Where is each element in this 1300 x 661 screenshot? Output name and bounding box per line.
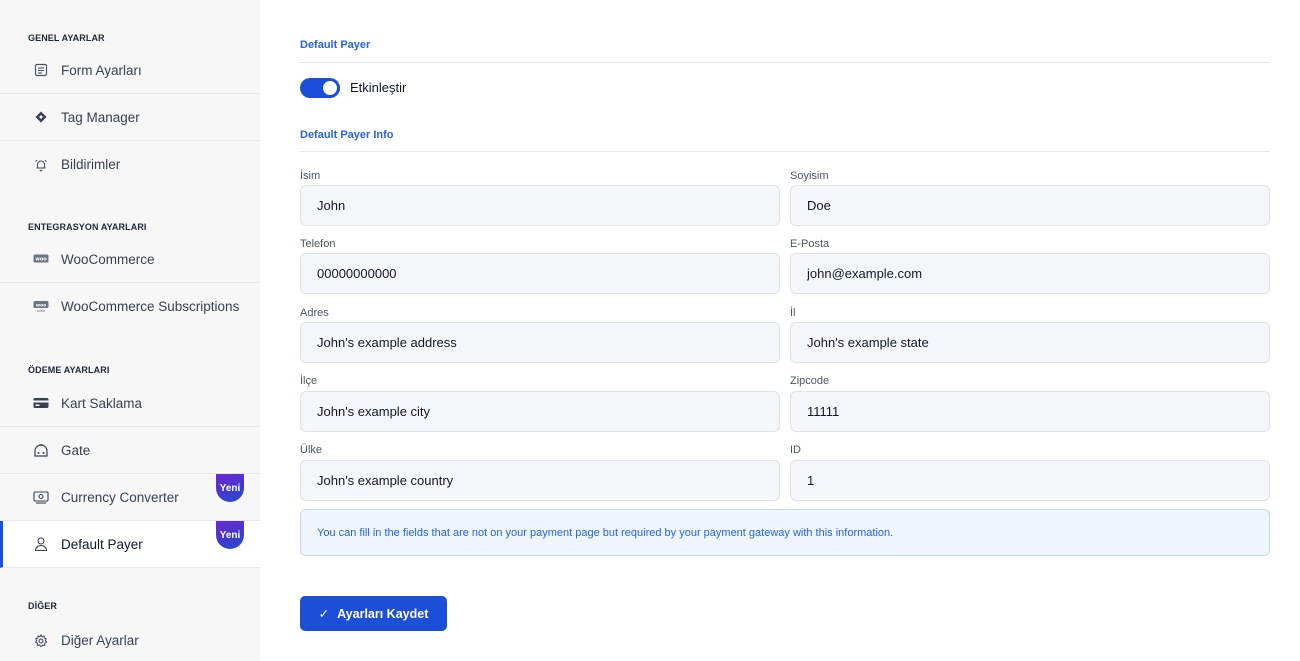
last-name-label: Soyisim [790,170,829,182]
sidebar-item-form-settings[interactable]: Form Ayarları [0,47,260,94]
sidebar-item-label: WooCommerce Subscriptions [61,299,240,314]
info-alert: You can fill in the fields that are not … [300,509,1270,556]
first-name-label: İsim [300,170,321,182]
sidebar-item-default-payer[interactable]: Default Payer Yeni [0,521,260,568]
sidebar-item-gate[interactable]: Gate [0,427,260,474]
city-label: İlçe [300,375,318,387]
toggle-knob [323,81,337,95]
section-title: Default Payer [300,39,371,51]
card-icon [33,395,49,411]
money-icon [33,489,49,505]
email-label: E-Posta [790,238,830,250]
diamond-icon [33,109,49,125]
check-icon: ✓ [318,607,330,621]
save-button[interactable]: ✓ Ayarları Kaydet [300,596,447,631]
new-badge: Yeni [216,521,244,549]
gear-icon [33,633,49,649]
zipcode-label: Zipcode [790,375,830,387]
info-text: You can fill in the fields that are not … [317,526,894,539]
id-field[interactable] [790,460,1270,501]
phone-field[interactable] [300,253,780,294]
section-title-payment: ÖDEME AYARLARI [28,365,110,375]
address-field[interactable] [300,322,780,363]
enable-toggle[interactable] [300,78,340,98]
section-title-other: DİĞER [28,601,58,611]
sidebar-item-currency-converter[interactable]: Currency Converter Yeni [0,474,260,521]
woo-icon: woo [33,251,49,267]
form-icon [33,62,49,78]
sidebar-item-label: Tag Manager [61,109,140,125]
info-title: Default Payer Info [300,129,394,141]
last-name-field[interactable] [790,185,1270,226]
phone-label: Telefon [300,238,336,250]
country-label: Ülke [300,444,323,456]
sidebar-item-woocommerce[interactable]: woo WooCommerce [0,236,260,283]
first-name-field[interactable] [300,185,780,226]
country-field[interactable] [300,460,780,501]
divider [300,62,1270,63]
sidebar-item-card-storage[interactable]: Kart Saklama [0,380,260,427]
bell-icon [33,157,49,173]
address-label: Adres [300,307,329,319]
section-title-general: GENEL AYARLAR [28,33,105,43]
svg-text:woo: woo [35,257,47,263]
sidebar-item-label: Gate [61,442,91,458]
svg-text:woo: woo [36,303,47,308]
state-field[interactable] [790,322,1270,363]
woo-subs-icon: woo [33,299,49,315]
city-field[interactable] [300,391,780,432]
new-badge: Yeni [216,474,244,502]
sidebar-item-other-settings[interactable]: Diğer Ayarlar [0,617,260,661]
divider [300,151,1270,152]
sidebar-item-label: Currency Converter [61,489,179,505]
sidebar-item-label: Bildirimler [61,157,121,172]
sidebar-item-woocommerce-subscriptions[interactable]: woo WooCommerce Subscriptions [0,283,260,330]
sidebar-item-tag-manager[interactable]: Tag Manager [0,94,260,141]
sidebar-item-label: Form Ayarları [61,62,142,78]
main-content: Default Payer Etkinleştir Default Payer … [300,0,1270,661]
email-field[interactable] [790,253,1270,294]
toggle-label: Etkinleştir [350,80,407,95]
sidebar-item-label: Kart Saklama [61,395,143,411]
sidebar-item-label: Diğer Ayarlar [61,633,139,648]
state-label: İl [790,307,796,319]
sidebar-item-label: WooCommerce [61,251,155,267]
sidebar: GENEL AYARLAR Form Ayarları Tag Manager … [0,0,260,661]
gate-icon [33,442,49,458]
sidebar-item-notifications[interactable]: Bildirimler [0,141,260,188]
section-title-integration: ENTEGRASYON AYARLARI [28,222,147,232]
sidebar-item-label: Default Payer [61,536,143,552]
id-label: ID [790,444,801,456]
save-button-label: Ayarları Kaydet [337,606,429,621]
zipcode-field[interactable] [790,391,1270,432]
user-icon [33,536,49,552]
